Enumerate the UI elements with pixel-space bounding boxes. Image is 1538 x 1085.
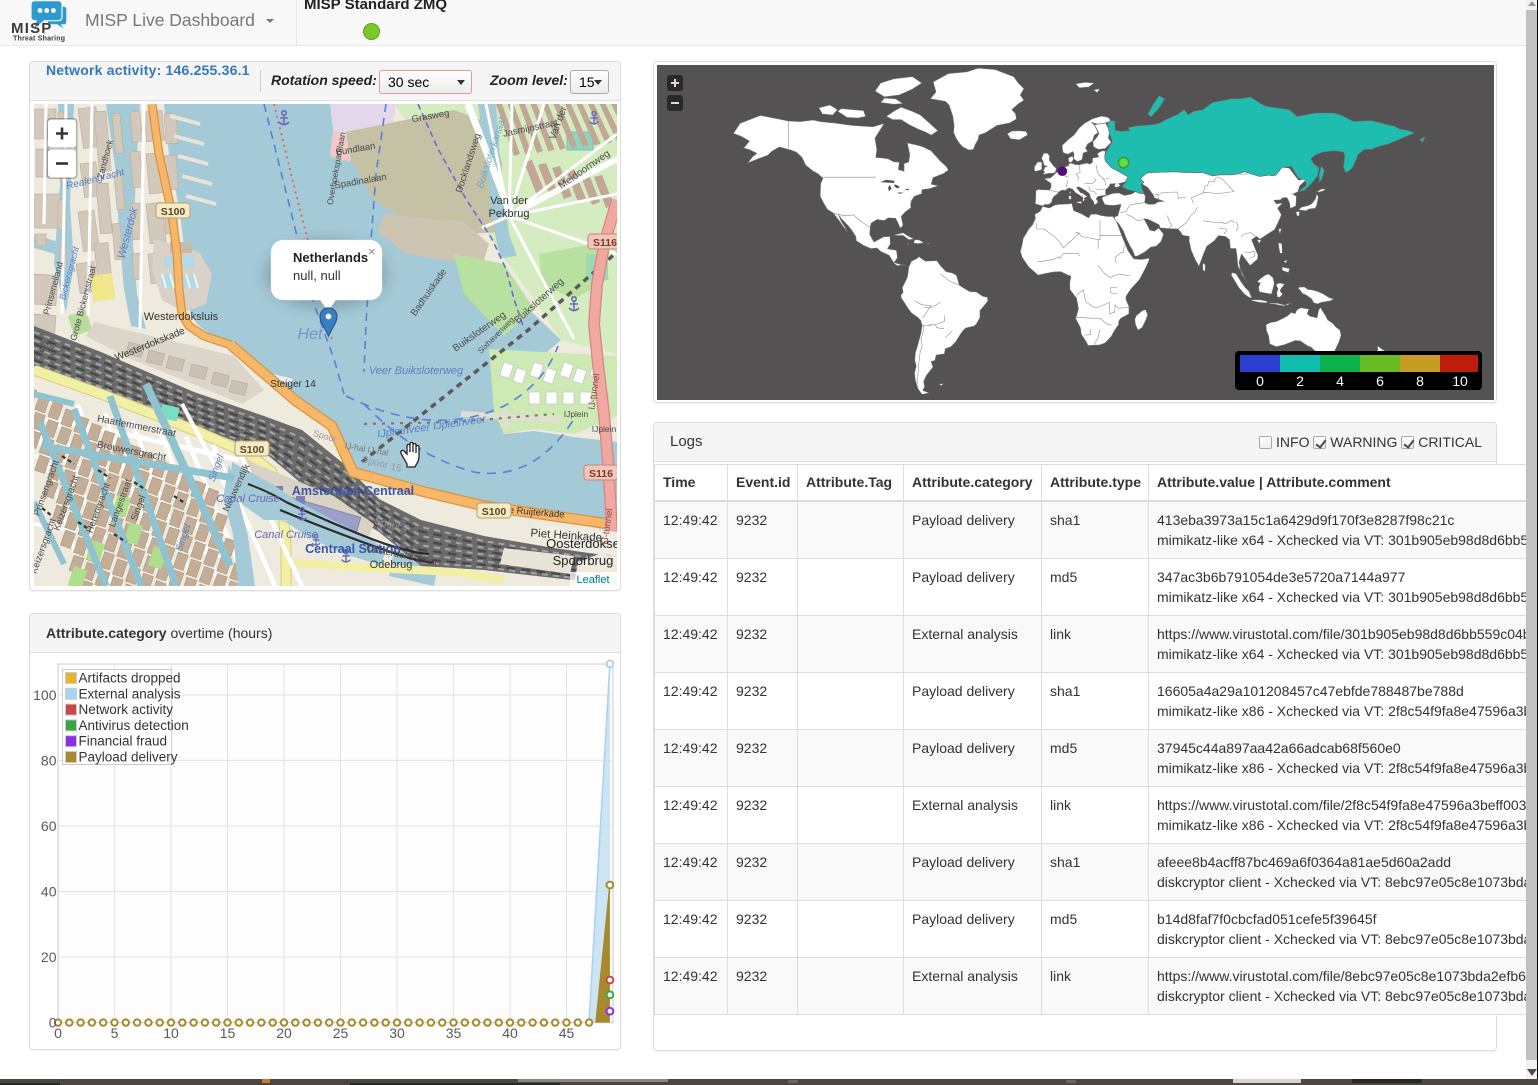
svg-text:Artifacts dropped: Artifacts dropped <box>79 671 181 686</box>
svg-text:0: 0 <box>1256 373 1264 389</box>
svg-text:Van der: Van der <box>490 195 528 207</box>
svg-text:60: 60 <box>41 818 57 834</box>
svg-text:4: 4 <box>1336 373 1344 389</box>
svg-text:80: 80 <box>41 753 57 769</box>
svg-text:Canal Cruise: Canal Cruise <box>254 529 318 541</box>
svg-text:10: 10 <box>163 1025 179 1041</box>
svg-text:Netherlands: Netherlands <box>293 250 368 265</box>
svg-text:20: 20 <box>41 949 57 965</box>
svg-text:8: 8 <box>1416 373 1424 389</box>
svg-text:10: 10 <box>1452 373 1468 389</box>
svg-text:Leaflet: Leaflet <box>576 574 609 586</box>
svg-text:40: 40 <box>41 884 57 900</box>
svg-text:5: 5 <box>111 1025 119 1041</box>
svg-text:25: 25 <box>333 1025 349 1041</box>
svg-text:Steiger 14: Steiger 14 <box>270 379 316 390</box>
svg-text:Spoorbrug: Spoorbrug <box>553 553 614 568</box>
svg-text:S100: S100 <box>482 506 507 518</box>
svg-text:6: 6 <box>1376 373 1384 389</box>
svg-text:Threat Sharing: Threat Sharing <box>13 36 65 43</box>
svg-text:Amsterdam Centraal: Amsterdam Centraal <box>292 484 414 498</box>
svg-text:2: 2 <box>1296 373 1304 389</box>
svg-text:Het: Het <box>298 326 323 343</box>
svg-text:IJplein: IJplein <box>564 409 589 419</box>
svg-text:20: 20 <box>276 1025 292 1041</box>
svg-text:null, null: null, null <box>293 268 341 283</box>
svg-text:Pekbrug: Pekbrug <box>489 208 530 220</box>
svg-text:S100: S100 <box>240 444 265 456</box>
svg-text:MISP: MISP <box>11 20 52 37</box>
svg-text:15: 15 <box>220 1025 236 1041</box>
svg-text:35: 35 <box>446 1025 462 1041</box>
svg-text:×: × <box>368 244 376 259</box>
svg-text:Network activity: Network activity <box>79 702 174 717</box>
svg-text:IJplein: IJplein <box>592 424 617 434</box>
svg-text:Veer Buiksloterweg: Veer Buiksloterweg <box>369 365 464 377</box>
svg-text:Westerdoksluis: Westerdoksluis <box>144 311 219 323</box>
svg-text:S116: S116 <box>593 237 617 249</box>
svg-text:S116: S116 <box>589 468 613 480</box>
svg-text:External analysis: External analysis <box>79 686 181 701</box>
svg-text:100: 100 <box>34 687 57 703</box>
svg-text:30: 30 <box>389 1025 405 1041</box>
svg-text:Payload delivery: Payload delivery <box>79 750 178 765</box>
svg-text:45: 45 <box>559 1025 575 1041</box>
svg-text:40: 40 <box>502 1025 518 1041</box>
svg-text:Financial fraud: Financial fraud <box>79 734 168 749</box>
svg-text:0: 0 <box>54 1025 62 1041</box>
svg-text:Antivirus detection: Antivirus detection <box>79 718 189 733</box>
svg-text:Canal Cruise: Canal Cruise <box>216 493 280 505</box>
svg-text:S100: S100 <box>161 206 186 218</box>
